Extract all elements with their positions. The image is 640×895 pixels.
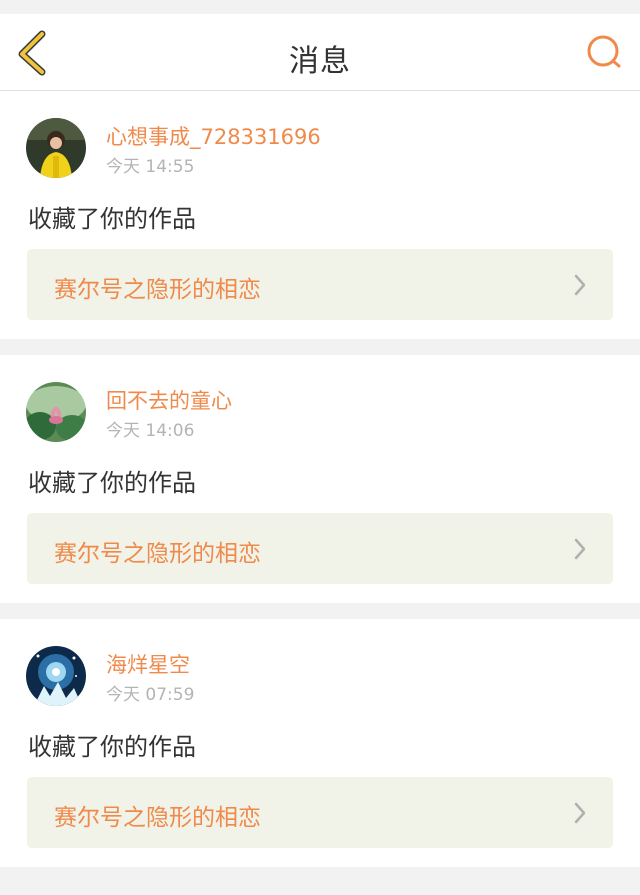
search-icon: [587, 35, 621, 68]
search-button[interactable]: [582, 30, 626, 74]
status-strip: [0, 0, 640, 14]
work-title: 赛尔号之隐形的相恋: [54, 805, 261, 831]
work-link[interactable]: 赛尔号之隐形的相恋: [27, 777, 613, 848]
avatar[interactable]: [26, 382, 86, 442]
avatar[interactable]: [26, 646, 86, 706]
username[interactable]: 心想事成_728331696: [106, 121, 321, 151]
page-title: 消息: [289, 44, 351, 79]
work-link[interactable]: 赛尔号之隐形的相恋: [27, 249, 613, 320]
message-card: 海烊星空 今天 07:59 收藏了你的作品 赛尔号之隐形的相恋: [0, 619, 640, 867]
action-text: 收藏了你的作品: [28, 469, 196, 497]
chevron-right-icon: [574, 274, 586, 296]
action-text: 收藏了你的作品: [28, 733, 196, 761]
work-title: 赛尔号之隐形的相恋: [54, 277, 261, 303]
app-header: 消息: [0, 14, 640, 91]
chevron-right-icon: [574, 802, 586, 824]
work-title: 赛尔号之隐形的相恋: [54, 541, 261, 567]
timestamp: 今天 07:59: [106, 685, 195, 705]
avatar[interactable]: [26, 118, 86, 178]
action-text: 收藏了你的作品: [28, 205, 196, 233]
timestamp: 今天 14:55: [106, 157, 195, 177]
timestamp: 今天 14:06: [106, 421, 195, 441]
message-card: 回不去的童心 今天 14:06 收藏了你的作品 赛尔号之隐形的相恋: [0, 355, 640, 603]
message-card: 心想事成_728331696 今天 14:55 收藏了你的作品 赛尔号之隐形的相…: [0, 91, 640, 339]
username[interactable]: 回不去的童心: [106, 385, 232, 415]
chevron-right-icon: [574, 538, 586, 560]
work-link[interactable]: 赛尔号之隐形的相恋: [27, 513, 613, 584]
username[interactable]: 海烊星空: [106, 649, 190, 679]
